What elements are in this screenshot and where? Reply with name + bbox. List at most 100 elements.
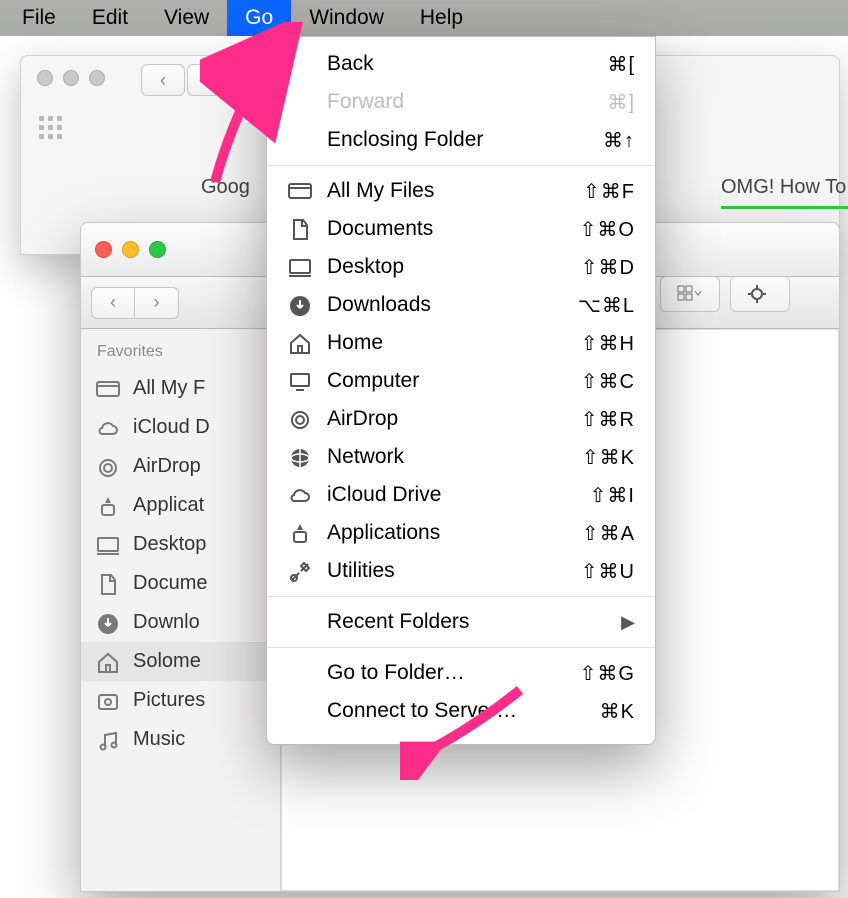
minimize-icon[interactable] <box>122 241 139 258</box>
downloads-icon <box>95 612 121 634</box>
sidebar-item-label: Desktop <box>133 533 206 556</box>
go-menu-home[interactable]: Home ⇧⌘H <box>267 324 655 362</box>
menu-separator <box>267 647 655 648</box>
sidebar-item-label: Docume <box>133 572 207 595</box>
sidebar-item-apps[interactable]: Applicat <box>81 486 280 525</box>
go-menu-applications[interactable]: Applications ⇧⌘A <box>267 514 655 552</box>
docs-icon <box>287 218 313 240</box>
menu-shortcut: ⇧⌘O <box>580 217 635 242</box>
menu-item-label: Downloads <box>327 293 564 317</box>
sidebar-item-label: Pictures <box>133 689 205 712</box>
finder-back-button[interactable]: ‹ <box>91 287 135 319</box>
sidebar-item-label: All My F <box>133 377 205 400</box>
menu-item-label: Back <box>327 52 593 76</box>
sidebar-item-pictures[interactable]: Pictures <box>81 681 280 720</box>
go-menu-documents[interactable]: Documents ⇧⌘O <box>267 210 655 248</box>
browser-grid-icon[interactable] <box>39 116 62 139</box>
sidebar-item-label: iCloud D <box>133 416 210 439</box>
desktop-icon <box>287 256 313 278</box>
sidebar-item-downloads[interactable]: Downlo <box>81 603 280 642</box>
menu-item-label: Documents <box>327 217 566 241</box>
pictures-icon <box>95 690 121 712</box>
sidebar-item-label: Solome <box>133 650 201 673</box>
sidebar-item-label: Applicat <box>133 494 204 517</box>
apps-icon <box>287 522 313 544</box>
go-menu-back[interactable]: Back ⌘[ <box>267 45 655 83</box>
browser-tab-active-indicator <box>721 206 848 209</box>
menu-item-label: Recent Folders <box>327 610 607 634</box>
close-icon[interactable] <box>95 241 112 258</box>
sidebar-item-allfiles[interactable]: All My F <box>81 369 280 408</box>
menu-shortcut: ⌘] <box>607 90 635 115</box>
go-menu-computer[interactable]: Computer⇧⌘C <box>267 362 655 400</box>
finder-sidebar: Favorites All My F iCloud D AirDrop Applica… <box>81 329 281 891</box>
menu-help[interactable]: Help <box>402 0 481 36</box>
cloud-icon <box>95 417 121 439</box>
go-menu-desktop[interactable]: Desktop ⇧⌘D <box>267 248 655 286</box>
menu-item-label: Computer <box>327 369 567 393</box>
sidebar-item-docs[interactable]: Docume <box>81 564 280 603</box>
cloud-icon <box>287 484 313 506</box>
view-mode-button[interactable] <box>660 276 720 312</box>
menu-shortcut: ⌘[ <box>607 52 635 77</box>
music-icon <box>95 729 121 751</box>
zoom-icon[interactable] <box>149 241 166 258</box>
browser-minimize-icon[interactable] <box>63 70 79 86</box>
go-menu-airdrop[interactable]: AirDrop ⇧⌘R <box>267 400 655 438</box>
menu-item-label: Network <box>327 445 568 469</box>
go-menu-all-my-files[interactable]: All My Files ⇧⌘F <box>267 172 655 210</box>
go-dropdown-menu: Back ⌘[ Forward ⌘] Enclosing Folder⌘↑ All My … <box>266 36 656 745</box>
menu-shortcut: ⇧⌘A <box>582 521 635 546</box>
downloads-icon <box>287 294 313 316</box>
sidebar-item-airdrop[interactable]: AirDrop <box>81 447 280 486</box>
sidebar-item-cloud[interactable]: iCloud D <box>81 408 280 447</box>
menu-item-label: AirDrop <box>327 407 567 431</box>
browser-close-icon[interactable] <box>37 70 53 86</box>
finder-forward-button[interactable]: › <box>135 287 179 319</box>
go-menu-recent-folders[interactable]: Recent Folders▶ <box>267 603 655 641</box>
menu-shortcut: ⇧⌘F <box>583 179 635 204</box>
menu-shortcut: ⇧⌘U <box>581 559 635 584</box>
finder-view-options <box>660 276 790 312</box>
menu-item-label: Forward <box>327 90 593 114</box>
go-menu-utilities[interactable]: Utilities⇧⌘U <box>267 552 655 590</box>
menu-edit[interactable]: Edit <box>74 0 146 36</box>
go-menu-enclosing-folder[interactable]: Enclosing Folder⌘↑ <box>267 121 655 159</box>
home-icon <box>95 651 121 673</box>
sidebar-item-label: Downlo <box>133 611 200 634</box>
sidebar-item-label: Music <box>133 728 185 751</box>
sidebar-item-desktop[interactable]: Desktop <box>81 525 280 564</box>
menu-item-label: Desktop <box>327 255 567 279</box>
menu-shortcut: ⇧⌘R <box>581 407 635 432</box>
menu-item-label: Home <box>327 331 567 355</box>
home-icon <box>287 332 313 354</box>
menu-shortcut: ⌥⌘L <box>578 293 635 318</box>
menu-file[interactable]: File <box>4 0 74 36</box>
go-menu-downloads[interactable]: Downloads ⌥⌘L <box>267 286 655 324</box>
menu-item-label: All My Files <box>327 179 569 203</box>
apps-icon <box>95 495 121 517</box>
menu-separator <box>267 596 655 597</box>
menu-separator <box>267 165 655 166</box>
browser-tab-2[interactable]: OMG! How To <box>721 176 846 199</box>
menu-shortcut: ⇧⌘I <box>590 483 635 508</box>
menu-item-label: Enclosing Folder <box>327 128 589 152</box>
menu-shortcut: ⌘K <box>600 699 635 724</box>
menu-shortcut: ⇧⌘D <box>581 255 635 280</box>
sidebar-header-favorites: Favorites <box>81 339 280 369</box>
action-gear-button[interactable] <box>730 276 790 312</box>
menu-shortcut: ⇧⌘H <box>581 331 635 356</box>
go-menu-network[interactable]: Network⇧⌘K <box>267 438 655 476</box>
browser-back-button[interactable]: ‹ <box>141 64 185 96</box>
desktop-icon <box>95 534 121 556</box>
sidebar-item-music[interactable]: Music <box>81 720 280 759</box>
go-menu-icloud-drive[interactable]: iCloud Drive⇧⌘I <box>267 476 655 514</box>
airdrop-icon <box>95 456 121 478</box>
browser-zoom-icon[interactable] <box>89 70 105 86</box>
computer-icon <box>287 370 313 392</box>
docs-icon <box>95 573 121 595</box>
airdrop-icon <box>287 408 313 430</box>
menu-item-label: Applications <box>327 521 568 545</box>
sidebar-item-home[interactable]: Solome <box>81 642 280 681</box>
menu-shortcut: ⇧⌘G <box>580 661 635 686</box>
